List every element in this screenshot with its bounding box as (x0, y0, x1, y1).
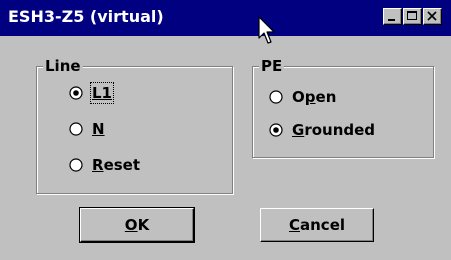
maximize-icon (407, 11, 417, 20)
line-group-title: Line (43, 57, 83, 75)
minimize-button[interactable] (383, 8, 402, 25)
window-title: ESH3-Z5 (virtual) (8, 7, 164, 26)
radio-unselected-icon (69, 122, 83, 136)
radio-label-grounded: Grounded (292, 121, 376, 139)
radio-option-grounded[interactable]: Grounded (269, 119, 375, 141)
title-bar[interactable]: ESH3-Z5 (virtual) (0, 0, 451, 36)
radio-option-n[interactable]: N (69, 118, 105, 140)
radio-label-reset: Reset (92, 156, 141, 174)
radio-label-open: Open (292, 88, 337, 106)
maximize-button[interactable] (403, 8, 422, 25)
radio-option-open[interactable]: Open (269, 86, 336, 108)
radio-selected-icon (69, 86, 83, 100)
minimize-icon (388, 19, 395, 21)
radio-selected-icon (269, 123, 283, 137)
radio-unselected-icon (269, 90, 283, 104)
radio-unselected-icon (69, 158, 83, 172)
pe-group-title: PE (259, 57, 285, 75)
ok-button[interactable]: OK (79, 207, 195, 243)
cancel-button[interactable]: Cancel (260, 208, 374, 242)
radio-option-l1[interactable]: L1 (69, 82, 114, 104)
close-icon (427, 11, 437, 21)
radio-label-l1: L1 (90, 82, 114, 104)
ok-button-label: OK (124, 216, 150, 234)
radio-option-reset[interactable]: Reset (69, 154, 140, 176)
cancel-button-label: Cancel (288, 216, 346, 234)
line-groupbox: Line L1 N Reset (36, 57, 233, 194)
mouse-cursor-icon (258, 16, 275, 44)
radio-label-n: N (92, 120, 105, 138)
close-button[interactable] (423, 8, 442, 25)
pe-groupbox: PE Open Grounded (252, 57, 434, 158)
